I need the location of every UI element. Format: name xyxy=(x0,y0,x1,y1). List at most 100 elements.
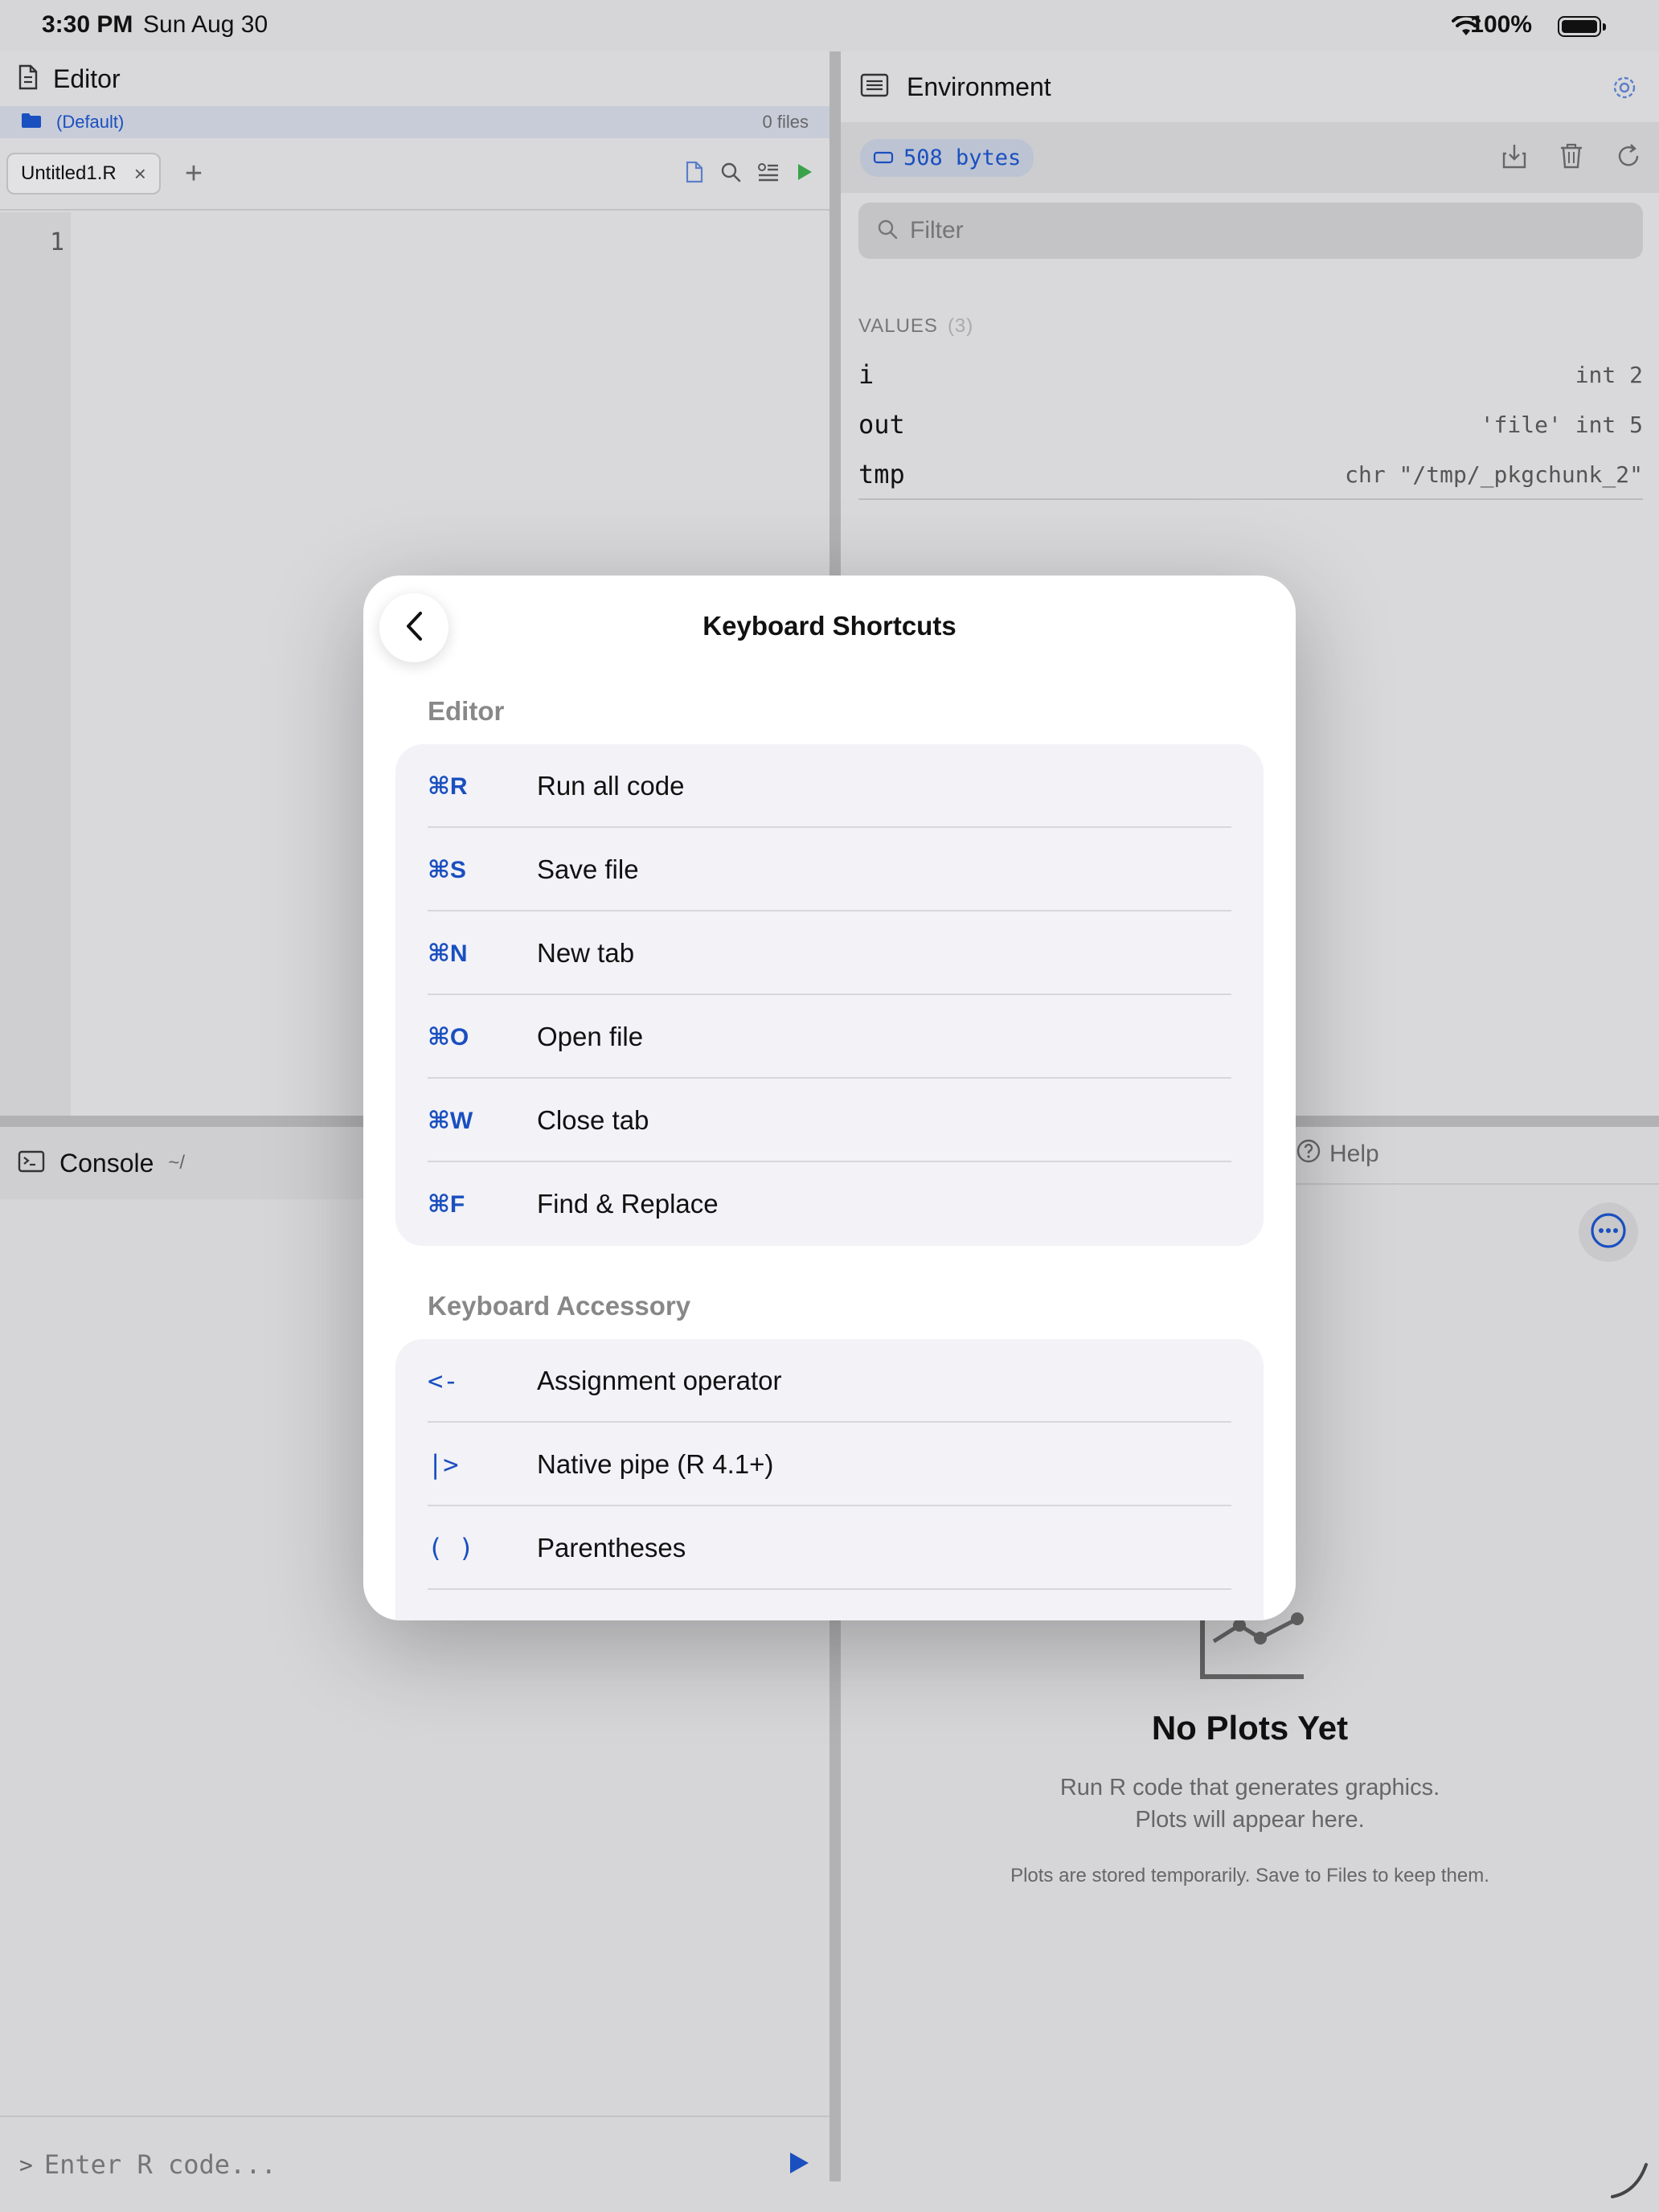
memory-badge: 508 bytes xyxy=(860,138,1034,177)
project-selector[interactable]: (Default) 0 files xyxy=(0,106,830,138)
console-prompt: > xyxy=(19,2151,33,2178)
shortcut-group-accessory: <- Assignment operator |> Native pipe (R… xyxy=(395,1339,1264,1620)
shortcut-key: ⌘O xyxy=(428,1023,469,1051)
trash-icon[interactable] xyxy=(1559,142,1583,174)
format-list-icon[interactable] xyxy=(757,162,780,186)
variable-name: tmp xyxy=(858,459,905,490)
shortcut-label: Save file xyxy=(537,854,639,884)
editor-title: Editor xyxy=(53,63,121,93)
environment-title: Environment xyxy=(907,72,1051,101)
empty-state-line2: Plots will appear here. xyxy=(1135,1807,1365,1833)
environment-toolbar: 508 bytes xyxy=(841,122,1659,193)
shortcut-row: ⌘S Save file xyxy=(395,828,1264,911)
status-date: Sun Aug 30 xyxy=(143,11,268,38)
shortcut-label: Native pipe (R 4.1+) xyxy=(537,1449,774,1479)
environment-header: Environment xyxy=(841,51,1659,122)
console-input[interactable] xyxy=(43,2149,788,2180)
variable-value: 'file' int 5 xyxy=(1480,411,1643,438)
shortcut-key: ⌘S xyxy=(428,856,466,883)
memory-chip-icon xyxy=(873,145,894,170)
filter-field[interactable] xyxy=(858,203,1643,259)
status-time: 3:30 PM xyxy=(42,11,133,38)
editor-header: Editor xyxy=(0,51,830,106)
shortcut-row: ⌘O Open file xyxy=(395,995,1264,1079)
folder-icon xyxy=(21,113,42,133)
empty-state-title: No Plots Yet xyxy=(1151,1709,1349,1747)
search-icon[interactable] xyxy=(720,162,741,186)
import-icon[interactable] xyxy=(1501,142,1527,174)
shortcut-key: ⌘W xyxy=(428,1107,473,1134)
refresh-icon[interactable] xyxy=(1616,142,1641,174)
project-file-count: 0 files xyxy=(762,112,809,132)
section-title-editor: Editor xyxy=(428,696,505,726)
shortcut-key: |> xyxy=(428,1449,459,1480)
variable-value: chr "/tmp/_pkgchunk_2" xyxy=(1345,461,1643,488)
console-input-bar: > xyxy=(0,2116,830,2212)
filter-input[interactable] xyxy=(910,217,1220,244)
shortcut-key: ⌘F xyxy=(428,1190,465,1218)
memory-size: 508 bytes xyxy=(903,145,1022,170)
variable-name: out xyxy=(858,409,905,440)
shortcut-row: ⌘N New tab xyxy=(395,911,1264,995)
shortcut-row: ⌘R Run all code xyxy=(395,744,1264,828)
shortcut-key: <- xyxy=(428,1366,459,1396)
run-icon[interactable] xyxy=(796,162,813,186)
document-icon xyxy=(18,64,39,94)
variable-name: i xyxy=(858,359,875,390)
console-title: Console xyxy=(59,1148,154,1178)
shortcut-key: ( ) xyxy=(428,1533,474,1563)
ellipsis-circle-icon xyxy=(1589,1211,1628,1254)
line-gutter: 1 xyxy=(0,212,71,1116)
shortcut-key: ⌘N xyxy=(428,940,468,967)
line-number: 1 xyxy=(49,228,64,256)
tab-close-button[interactable]: × xyxy=(134,162,146,186)
list-icon xyxy=(860,73,889,101)
shortcut-label: Run all code xyxy=(537,771,685,801)
shortcut-label: Find & Replace xyxy=(537,1189,719,1219)
tab-help[interactable]: Help xyxy=(1296,1138,1379,1170)
editor-tab[interactable]: Untitled1.R × xyxy=(6,153,161,195)
terminal-icon xyxy=(18,1150,45,1177)
shortcut-label: New tab xyxy=(537,938,635,968)
tab-label: Untitled1.R xyxy=(21,162,117,184)
send-icon[interactable] xyxy=(788,2151,810,2179)
battery-icon xyxy=(1558,16,1606,37)
shortcut-label: Open file xyxy=(537,1022,644,1051)
variable-row[interactable]: tmp chr "/tmp/_pkgchunk_2" xyxy=(858,450,1643,500)
add-tab-button[interactable]: + xyxy=(185,157,203,191)
resize-handle-icon[interactable] xyxy=(1604,2153,1653,2206)
shortcut-row: |> Native pipe (R 4.1+) xyxy=(395,1423,1264,1506)
shortcut-label: Close tab xyxy=(537,1105,649,1135)
values-list: i int 2 out 'file' int 5 tmp chr "/tmp/_… xyxy=(858,350,1643,500)
environment-actions xyxy=(1501,142,1659,174)
search-icon xyxy=(876,218,899,244)
shortcut-row: ( ) Parentheses xyxy=(395,1506,1264,1590)
empty-state-line1: Run R code that generates graphics. xyxy=(1059,1775,1440,1800)
shortcut-row: ⌘F Find & Replace xyxy=(395,1162,1264,1246)
variable-row[interactable]: i int 2 xyxy=(858,350,1643,400)
editor-tab-bar: Untitled1.R × + xyxy=(0,138,830,211)
shortcut-label: Assignment operator xyxy=(537,1366,782,1395)
values-count: (3) xyxy=(947,315,974,337)
console-path: ~/ xyxy=(168,1152,186,1174)
help-icon xyxy=(1296,1138,1321,1170)
shortcut-label: Parentheses xyxy=(537,1533,686,1563)
status-bar: 3:30 PM Sun Aug 30 100% xyxy=(0,0,1659,51)
help-tab-label: Help xyxy=(1329,1141,1379,1167)
more-options-button[interactable] xyxy=(1579,1202,1638,1262)
battery-percent: 100% xyxy=(1470,11,1532,38)
editor-toolbar xyxy=(685,161,830,187)
gear-icon[interactable] xyxy=(1611,74,1638,105)
section-title-keyboard-accessory: Keyboard Accessory xyxy=(428,1291,691,1321)
row-divider xyxy=(428,1588,1231,1590)
new-file-icon[interactable] xyxy=(685,161,704,187)
sheet-title: Keyboard Shortcuts xyxy=(703,611,956,641)
empty-state-note: Plots are stored temporarily. Save to Fi… xyxy=(1010,1865,1489,1886)
shortcut-row: <- Assignment operator xyxy=(395,1339,1264,1423)
shortcut-row: ⌘W Close tab xyxy=(395,1079,1264,1162)
values-section-header: VALUES (3) xyxy=(858,315,973,338)
variable-value: int 2 xyxy=(1575,361,1643,388)
shortcut-group-editor: ⌘R Run all code ⌘S Save file ⌘N New tab … xyxy=(395,744,1264,1246)
variable-row[interactable]: out 'file' int 5 xyxy=(858,400,1643,450)
values-header-label: VALUES xyxy=(858,315,938,337)
